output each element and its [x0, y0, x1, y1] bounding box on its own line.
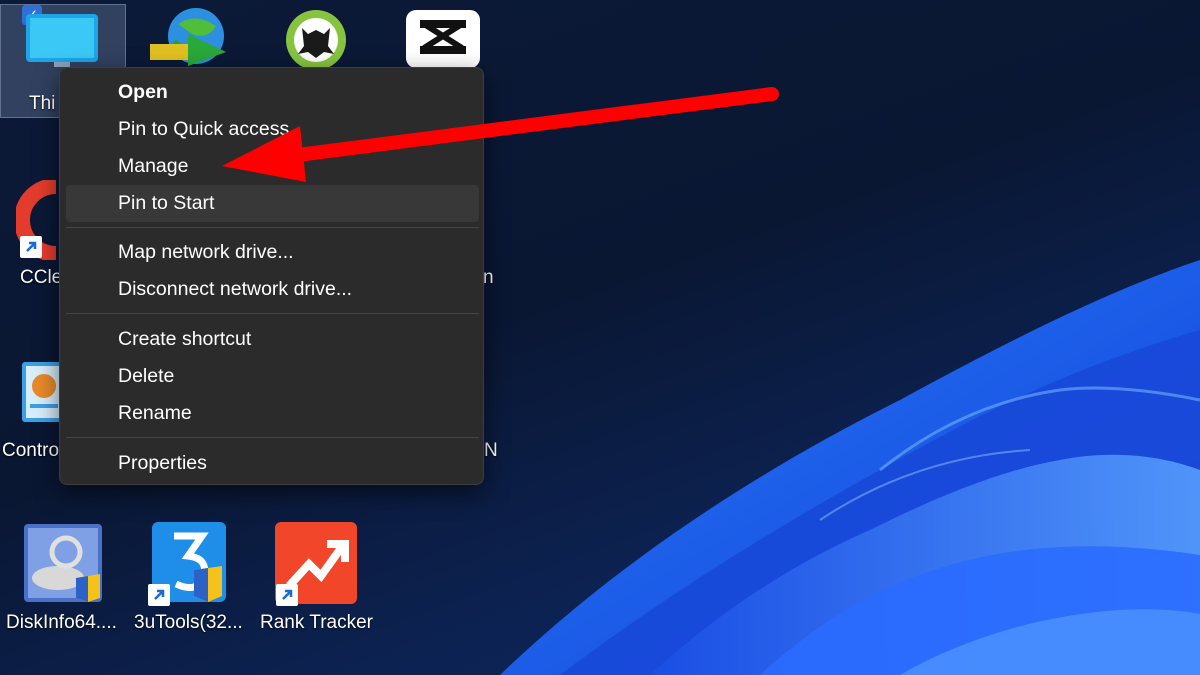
menu-item-label: Disconnect network drive...	[118, 278, 353, 300]
shortcut-arrow-icon	[20, 236, 42, 258]
menu-item-disconnect-network-drive[interactable]: Disconnect network drive...	[66, 271, 479, 308]
menu-item-label: Properties	[118, 452, 207, 474]
partial-icon-label: N	[484, 440, 498, 461]
menu-separator	[66, 313, 479, 314]
menu-separator	[66, 227, 479, 228]
menu-item-map-network-drive[interactable]: Map network drive...	[66, 234, 479, 271]
menu-item-label: Delete	[118, 365, 175, 387]
frog-icon	[286, 10, 346, 70]
menu-item-manage[interactable]: Manage	[66, 148, 479, 185]
menu-item-label: Map network drive...	[118, 241, 294, 263]
menu-separator	[66, 437, 479, 438]
icon-label: Contro	[2, 440, 60, 461]
menu-item-label: Manage	[118, 155, 189, 177]
desktop-icon-screaming-frog[interactable]	[280, 8, 384, 70]
menu-item-label: Pin to Quick access	[118, 118, 290, 140]
partial-icon-label: n	[483, 267, 494, 288]
desktop-icon-rank-tracker[interactable]: Rank Tracker	[260, 522, 380, 634]
icon-label: Rank Tracker	[260, 612, 373, 633]
menu-item-label: Create shortcut	[118, 328, 252, 350]
menu-item-open[interactable]: Open	[66, 74, 479, 111]
menu-item-label: Open	[118, 81, 168, 103]
icon-label: CCle	[20, 267, 63, 288]
menu-item-create-shortcut[interactable]: Create shortcut	[66, 321, 479, 358]
capcut-icon	[406, 10, 480, 68]
icon-label: Thi	[29, 93, 56, 114]
menu-item-pin-start[interactable]: Pin to Start	[66, 185, 479, 222]
control-panel-icon	[22, 362, 62, 422]
download-manager-icon	[150, 8, 226, 66]
menu-item-pin-quick-access[interactable]: Pin to Quick access	[66, 111, 479, 148]
menu-item-properties[interactable]: Properties	[66, 445, 479, 482]
menu-item-rename[interactable]: Rename	[66, 395, 479, 432]
menu-item-label: Rename	[118, 402, 192, 424]
icon-label: 3uTools(32...	[134, 612, 243, 633]
shortcut-arrow-icon	[276, 584, 298, 606]
desktop-icon-idm[interactable]	[148, 4, 252, 68]
icon-label: DiskInfo64....	[6, 612, 117, 633]
monitor-icon	[26, 14, 98, 67]
context-menu: Open Pin to Quick access Manage Pin to S…	[59, 67, 484, 485]
desktop-icon-3utools[interactable]: 3uTools(32...	[134, 522, 243, 634]
desktop-icon-capcut[interactable]	[406, 10, 510, 68]
menu-item-label: Pin to Start	[118, 192, 215, 214]
shortcut-arrow-icon	[148, 584, 170, 606]
menu-item-delete[interactable]: Delete	[66, 358, 479, 395]
diskinfo-icon	[24, 524, 102, 602]
desktop-icon-diskinfo[interactable]: DiskInfo64....	[4, 522, 117, 634]
